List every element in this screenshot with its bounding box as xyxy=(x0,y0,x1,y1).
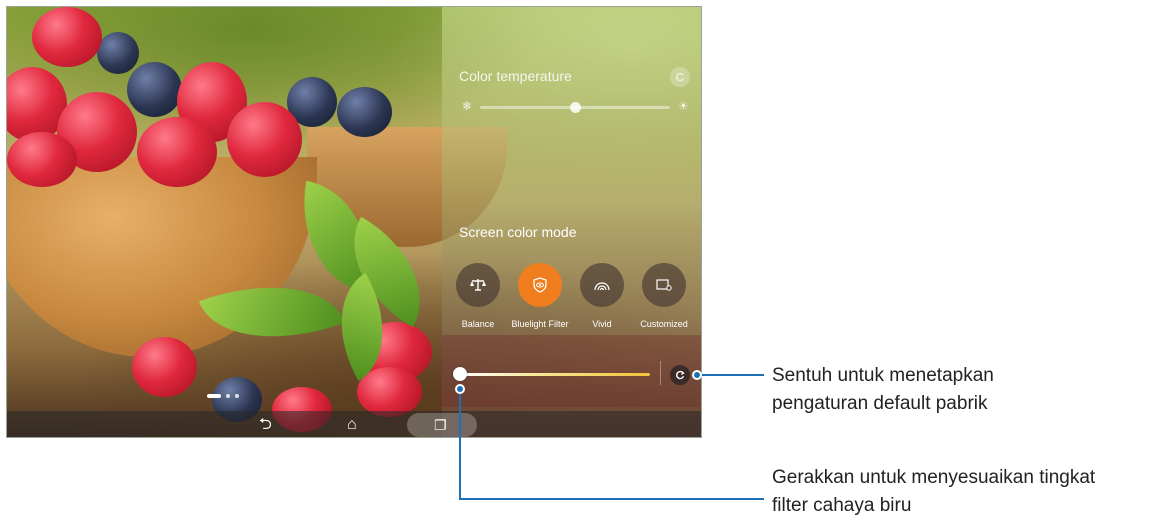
mode-circle xyxy=(580,263,624,307)
blueberry xyxy=(337,87,392,137)
mode-label: Balance xyxy=(461,319,495,329)
mode-balance-button[interactable]: Balance xyxy=(447,263,509,329)
recent-apps-icon[interactable]: ❐ xyxy=(434,414,447,436)
raspberry xyxy=(32,7,102,67)
color-temperature-title: Color temperature xyxy=(459,68,572,84)
customize-screen-icon xyxy=(656,279,672,291)
blackberry xyxy=(97,32,139,74)
page-dot-active xyxy=(207,394,221,398)
page-dot xyxy=(226,394,230,398)
tablet-screen: Color temperature ❄ ☀ Screen color mode … xyxy=(6,6,702,438)
callout-reset-text: Sentuh untuk menetapkan pengaturan defau… xyxy=(772,365,994,414)
callout-line-slider-vertical xyxy=(459,394,461,500)
navigation-bar: ⮌ ⌂ ❐ xyxy=(7,411,701,437)
bluelight-control-band xyxy=(442,335,701,407)
raspberry xyxy=(137,117,217,187)
screen-color-mode-title: Screen color mode xyxy=(459,224,577,240)
balance-scale-icon xyxy=(470,279,486,291)
eye-shield-icon xyxy=(533,277,547,293)
callout-slider-text: Gerakkan untuk menyesuaikan tingkat filt… xyxy=(772,467,1096,516)
callout-line-reset xyxy=(702,374,764,376)
callout-marker-slider xyxy=(455,384,465,394)
callout-marker-reset xyxy=(692,370,702,380)
home-icon[interactable]: ⌂ xyxy=(347,414,357,436)
color-temperature-thumb[interactable] xyxy=(570,102,581,113)
callout-line-slider-horizontal xyxy=(459,498,764,500)
mode-vivid-button[interactable]: Vivid xyxy=(571,263,633,329)
bluelight-level-slider[interactable] xyxy=(460,373,650,376)
raspberry xyxy=(7,132,77,187)
mode-bluelight-filter-button[interactable]: Bluelight Filter xyxy=(509,263,571,329)
reset-icon xyxy=(676,370,685,380)
bluelight-level-thumb[interactable] xyxy=(453,367,467,381)
rainbow-icon xyxy=(594,282,610,291)
factory-reset-button[interactable] xyxy=(670,365,690,385)
color-temperature-reset-button[interactable] xyxy=(670,67,690,87)
mode-circle xyxy=(456,263,500,307)
raspberry xyxy=(132,337,197,397)
splendid-panel: Color temperature ❄ ☀ Screen color mode … xyxy=(442,7,701,437)
reset-icon xyxy=(676,72,685,82)
mode-label: Vivid xyxy=(592,319,612,329)
page-dot xyxy=(235,394,239,398)
mode-label: Customized xyxy=(640,319,688,329)
mode-customized-button[interactable]: Customized xyxy=(633,263,695,329)
raspberry xyxy=(227,102,302,177)
back-icon[interactable]: ⮌ xyxy=(259,414,272,436)
blueberry xyxy=(127,62,182,117)
divider xyxy=(660,361,661,385)
mode-circle-active xyxy=(518,263,562,307)
mode-circle xyxy=(642,263,686,307)
page-indicator xyxy=(207,394,239,398)
sun-icon: ☀ xyxy=(678,99,689,113)
mode-label: Bluelight Filter xyxy=(511,319,569,329)
snowflake-icon: ❄ xyxy=(462,99,473,113)
